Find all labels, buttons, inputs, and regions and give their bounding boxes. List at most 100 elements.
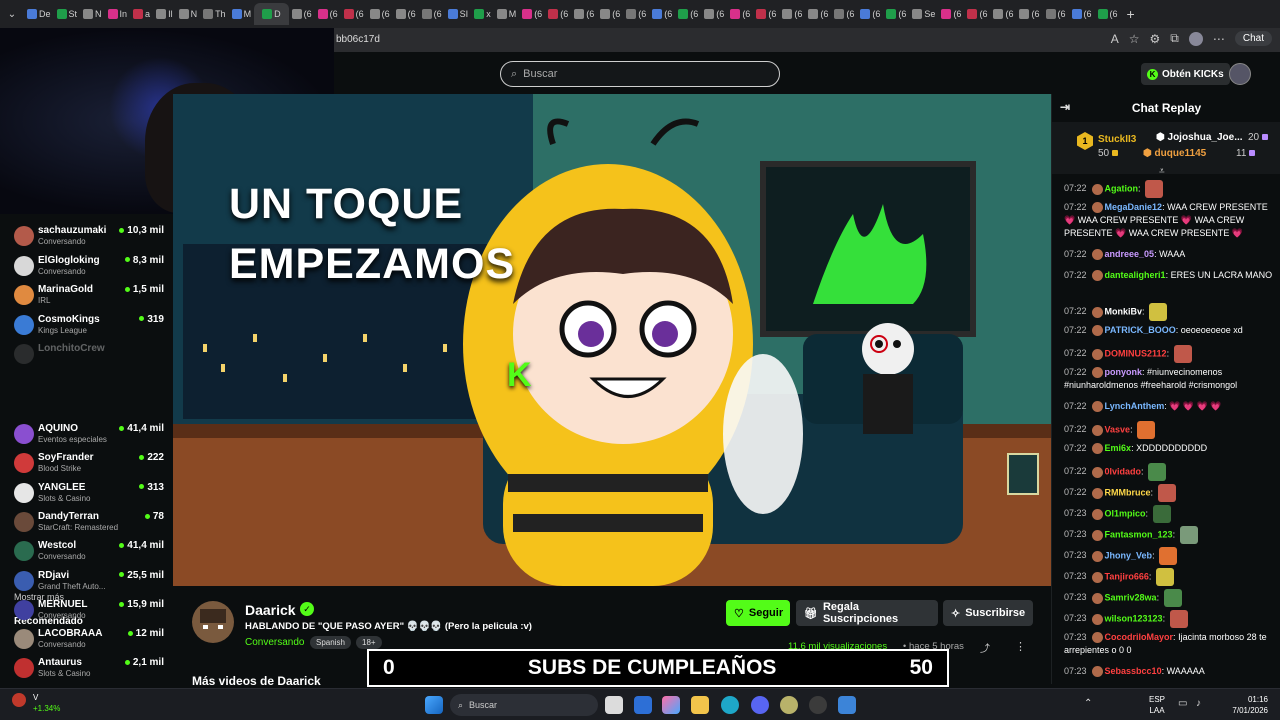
browser-tab[interactable]: (6 [289, 3, 315, 25]
message-username[interactable]: wilson123123 [1105, 613, 1163, 623]
message-username[interactable]: Tanjiro666 [1105, 571, 1149, 581]
video-player[interactable]: UN TOQUE EMPEZAMOS K [173, 94, 1051, 586]
favorite-star-icon[interactable]: ☆ [1129, 32, 1140, 46]
browser-tab[interactable]: (6 [753, 3, 779, 25]
browser-tab[interactable]: (6 [964, 3, 990, 25]
user-avatar[interactable] [1229, 63, 1251, 85]
browser-tab[interactable]: (6 [938, 3, 964, 25]
message-username[interactable]: Vasve [1105, 424, 1131, 434]
browser-tab[interactable]: St [54, 3, 81, 25]
message-username[interactable]: Samriv28wa [1105, 592, 1157, 602]
tag-language[interactable]: Spanish [310, 636, 351, 649]
windows-start-icon[interactable] [425, 696, 443, 714]
message-username[interactable]: RMMbruce [1105, 487, 1151, 497]
share-icon[interactable]: ⤴ [980, 640, 990, 655]
stock-widget[interactable]: V +1.34% [33, 692, 60, 714]
leader-name[interactable]: ⬢ duque1145 [1143, 148, 1206, 159]
message-username[interactable]: Fantasmon_123 [1105, 529, 1173, 539]
browser-tab[interactable]: (6 [597, 3, 623, 25]
browser-tab[interactable]: M [494, 3, 520, 25]
obs-icon[interactable] [809, 696, 827, 714]
leader-name[interactable]: ⬢ Jojoshua_Joe... [1156, 132, 1243, 143]
sidebar-channel[interactable]: MarinaGold IRL 1,5 mil [14, 283, 164, 311]
sidebar-channel[interactable]: RDjavi Grand Theft Auto... 25,5 mil [14, 569, 164, 597]
browser-tab[interactable]: (6 [701, 3, 727, 25]
browser-tab[interactable]: N [176, 3, 201, 25]
profile-icon[interactable] [1188, 31, 1203, 46]
store-icon[interactable] [634, 696, 652, 714]
message-username[interactable]: ponyonk [1105, 367, 1143, 377]
browser-tab[interactable]: (6 [1016, 3, 1042, 25]
discord-icon[interactable] [751, 696, 769, 714]
browser-tab[interactable]: (6 [805, 3, 831, 25]
url-text[interactable]: bb06c17d [336, 34, 380, 45]
browser-tab[interactable]: (6 [341, 3, 367, 25]
search-input[interactable]: ⌕ Buscar [500, 61, 780, 87]
stream-category[interactable]: Conversando [245, 637, 304, 648]
subscribe-button[interactable]: ✧ Suscribirse [943, 600, 1033, 626]
sidebar-channel[interactable]: CosmoKings Kings League 319 [14, 313, 164, 341]
browser-tab[interactable]: (6 [727, 3, 753, 25]
network-icon[interactable]: ▭ [1178, 698, 1187, 709]
sidebar-channel[interactable]: DandyTerran StarCraft: Remastered 78 [14, 510, 164, 538]
message-username[interactable]: 0lvidado [1105, 466, 1142, 476]
message-username[interactable]: LynchAnthem [1105, 401, 1165, 411]
browser-tab[interactable]: Il [153, 3, 176, 25]
new-tab-button[interactable]: + [1127, 6, 1135, 22]
collapse-chat-icon[interactable]: ⇥ [1060, 100, 1070, 114]
copilot-icon[interactable] [662, 696, 680, 714]
browser-tab[interactable]: (6 [419, 3, 445, 25]
sidebar-channel[interactable]: ElGlogloking Conversando 8,3 mil [14, 254, 164, 282]
browser-tab[interactable]: SI [445, 3, 472, 25]
browser-tab[interactable]: (6 [649, 3, 675, 25]
read-aloud-icon[interactable]: A [1111, 32, 1119, 46]
extensions-icon[interactable]: ⚙ [1150, 32, 1161, 46]
volume-icon[interactable]: ♪ [1196, 698, 1201, 709]
sidebar-channel[interactable]: SoyFrander Blood Strike 222 [14, 451, 164, 479]
browser-tab[interactable]: Th [200, 3, 229, 25]
gift-subs-button[interactable]: 🎁︎ Regala Suscripciones [796, 600, 938, 626]
browser-tab[interactable]: M [229, 3, 255, 25]
message-username[interactable]: MonkiBv [1105, 306, 1143, 316]
browser-tab[interactable]: De [24, 3, 54, 25]
message-username[interactable]: CocodriloMayor [1105, 632, 1174, 642]
sidebar-channel[interactable]: Westcol Conversando 41,4 mil [14, 539, 164, 567]
app-icon[interactable] [780, 696, 798, 714]
browser-tab[interactable]: (6 [545, 3, 571, 25]
message-username[interactable]: Emi6x [1105, 443, 1132, 453]
language-indicator[interactable]: ESP LAA [1149, 694, 1165, 716]
copilot-chat-button[interactable]: Chat [1234, 31, 1272, 46]
expand-leaderboard-icon[interactable]: ⩡ [1159, 166, 1165, 177]
sidebar-channel[interactable]: LACOBRAAA Conversando 12 mil [14, 627, 164, 655]
channel-avatar[interactable] [192, 601, 234, 643]
sidebar-channel[interactable]: sachauzumaki Conversando 10,3 mil [14, 224, 164, 252]
sidebar-channel[interactable]: LonchitoCrew [14, 342, 164, 370]
more-options-icon[interactable]: ⋮ [1015, 640, 1026, 653]
browser-tab[interactable]: (6 [519, 3, 545, 25]
sidebar-channel[interactable]: YANGLEE Slots & Casino 313 [14, 481, 164, 509]
follow-button[interactable]: ♡ Seguir [726, 600, 790, 626]
tab-list-icon[interactable]: ⌄ [0, 9, 24, 20]
message-username[interactable]: Agation [1105, 183, 1139, 193]
task-view-icon[interactable] [605, 696, 623, 714]
tray-chevron-icon[interactable]: ⌃ [1084, 698, 1092, 709]
clock[interactable]: 01:16 7/01/2026 [1232, 694, 1268, 716]
browser-tab[interactable]: In [105, 3, 131, 25]
browser-tab[interactable]: (6 [367, 3, 393, 25]
file-explorer-icon[interactable] [691, 696, 709, 714]
more-icon[interactable]: ⋯ [1213, 32, 1225, 46]
browser-tab[interactable]: Se [909, 3, 938, 25]
message-username[interactable]: Ol1mpico [1105, 508, 1146, 518]
message-username[interactable]: Sebassbcc10 [1105, 666, 1162, 676]
browser-tab[interactable]: a [130, 3, 153, 25]
message-username[interactable]: Jhony_Veb [1105, 550, 1153, 560]
taskbar-search[interactable]: ⌕ Buscar [450, 694, 598, 716]
weather-widget[interactable] [12, 693, 26, 707]
browser-tab[interactable]: (6 [623, 3, 649, 25]
collections-icon[interactable]: ⧉ [1170, 31, 1179, 46]
sidebar-channel[interactable]: MERNUEL Conversando 15,9 mil [14, 598, 164, 626]
browser-tab[interactable]: (6 [990, 3, 1016, 25]
sidebar-channel[interactable]: Antaurus Slots & Casino 2,1 mil [14, 656, 164, 684]
leader-name[interactable]: StuckII3 [1098, 134, 1136, 145]
browser-tab[interactable]: (6 [315, 3, 341, 25]
